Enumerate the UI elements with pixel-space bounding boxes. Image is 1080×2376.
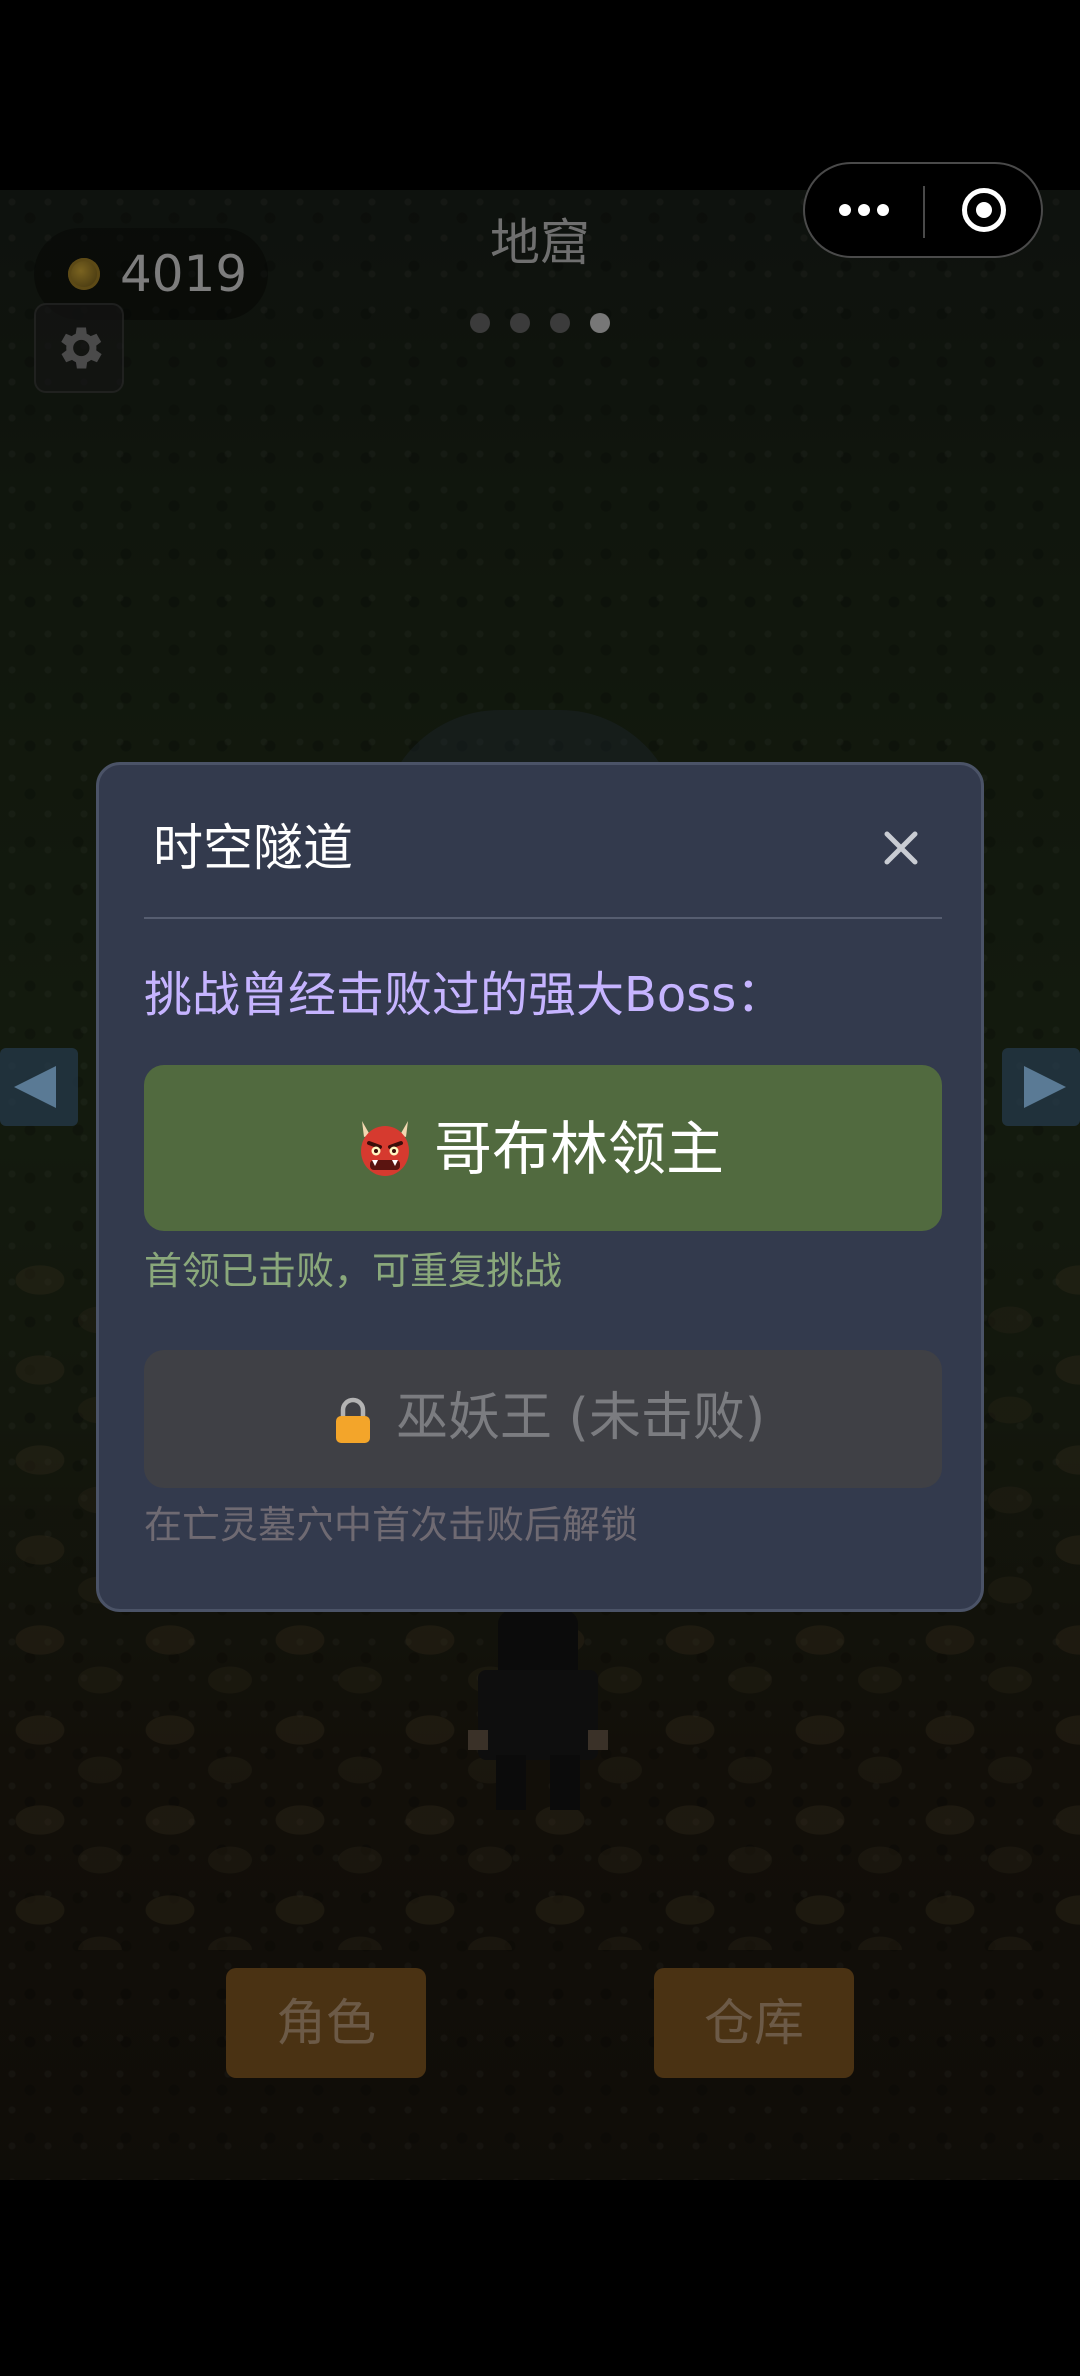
game-screen: 4019 地窟 角色 仓库 时空隧道 挑战曾经击败过的强大Boss： 哥布林领主… <box>0 0 1080 2376</box>
page-dot-active[interactable] <box>590 313 610 333</box>
arrow-right-icon <box>1024 1066 1066 1108</box>
warehouse-button[interactable]: 仓库 <box>654 1968 854 2078</box>
coin-icon <box>68 258 100 290</box>
dialog-close-button[interactable] <box>874 821 928 875</box>
more-button[interactable] <box>805 164 923 256</box>
boss-name: 哥布林领主 <box>434 1115 725 1183</box>
challenge-goblin-lord-button[interactable]: 哥布林领主 <box>144 1065 942 1231</box>
dialog-title: 时空隧道 <box>153 819 353 877</box>
unlock-hint-note: 在亡灵墓穴中首次击败后解锁 <box>144 1503 639 1547</box>
close-icon <box>884 831 918 865</box>
level-title: 地窟 <box>490 214 590 272</box>
time-tunnel-dialog: 时空隧道 挑战曾经击败过的强大Boss： 哥布林领主 首领已击败，可重复挑战 巫… <box>96 762 984 1612</box>
previous-area-button[interactable] <box>0 1048 78 1126</box>
arrow-left-icon <box>14 1066 56 1108</box>
dialog-subtitle: 挑战曾经击败过的强大Boss： <box>144 967 785 1023</box>
next-area-button[interactable] <box>1002 1048 1080 1126</box>
more-dots-icon <box>839 204 851 216</box>
challenge-lich-king-button[interactable]: 巫妖王 (未击败) <box>144 1350 942 1488</box>
miniprogram-capsule <box>803 162 1043 258</box>
page-dot[interactable] <box>470 313 490 333</box>
target-icon <box>962 188 1006 232</box>
page-indicator <box>470 313 610 333</box>
character-button[interactable]: 角色 <box>226 1968 426 2078</box>
capsule-divider <box>923 186 925 238</box>
settings-button[interactable] <box>34 303 124 393</box>
boss-name: 巫妖王 (未击败) <box>396 1388 766 1448</box>
ogre-icon <box>361 1121 409 1176</box>
boss-status-note: 首领已击败，可重复挑战 <box>144 1249 563 1293</box>
exit-button[interactable] <box>927 164 1041 256</box>
page-dot[interactable] <box>510 313 530 333</box>
page-dot[interactable] <box>550 313 570 333</box>
dialog-divider <box>144 917 942 919</box>
gear-icon <box>61 327 102 369</box>
gold-value: 4019 <box>120 245 248 303</box>
lock-icon <box>336 1397 370 1443</box>
